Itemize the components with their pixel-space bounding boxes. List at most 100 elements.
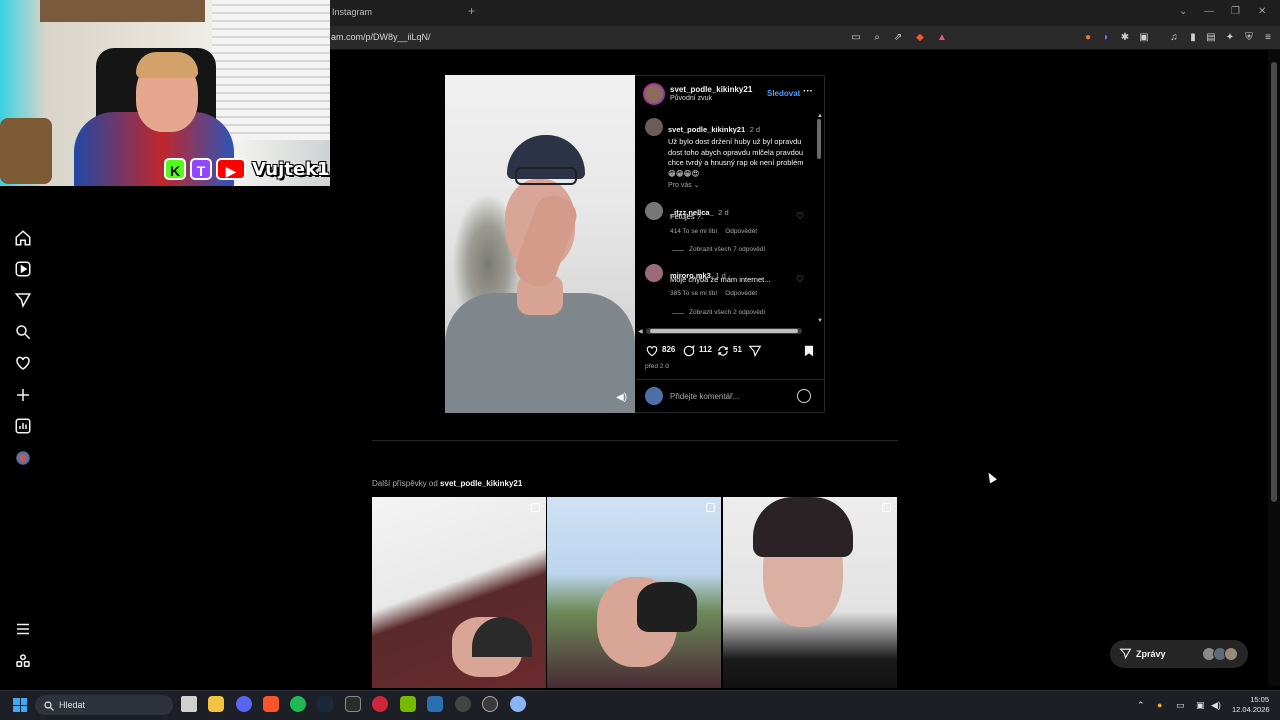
- profile-avatar[interactable]: [14, 449, 32, 467]
- share-icon[interactable]: [748, 344, 762, 358]
- like-count[interactable]: 826: [662, 345, 675, 354]
- dashboard-icon[interactable]: [14, 417, 32, 435]
- comment-avatar[interactable]: [645, 202, 663, 220]
- epic-games-icon[interactable]: [345, 696, 361, 712]
- comment-count[interactable]: 112: [699, 345, 712, 354]
- steam-alt-icon[interactable]: [427, 696, 443, 712]
- app-g-icon[interactable]: [455, 696, 471, 712]
- steam-icon[interactable]: [317, 696, 333, 712]
- more-options-icon[interactable]: ···: [803, 86, 813, 97]
- extension-icon[interactable]: ◗: [1099, 31, 1113, 45]
- tab-search-icon[interactable]: ⌄: [1179, 6, 1187, 17]
- comment-input[interactable]: Přidejte komentář...: [670, 392, 739, 401]
- meta-icon[interactable]: [14, 652, 32, 670]
- messages-icon[interactable]: [1119, 647, 1132, 660]
- task-view-icon[interactable]: [181, 696, 197, 712]
- page-scrollbar[interactable]: [1268, 50, 1280, 686]
- comments-horizontal-scrollbar[interactable]: [646, 328, 802, 334]
- post-thumbnail[interactable]: [723, 497, 897, 688]
- for-you-dropdown[interactable]: Pro vás ⌄: [668, 181, 700, 189]
- discord-icon[interactable]: [236, 696, 252, 712]
- brave-rewards-icon[interactable]: ▲: [935, 31, 949, 45]
- messages-label[interactable]: Zprávy: [1136, 649, 1166, 659]
- microphone-icon[interactable]: ●: [1157, 700, 1162, 710]
- nvidia-icon[interactable]: [400, 696, 416, 712]
- sidebar-icon[interactable]: ▮: [1186, 31, 1200, 45]
- maximize-button[interactable]: ❐: [1231, 6, 1240, 17]
- comment-icon[interactable]: [682, 344, 696, 358]
- comment-likes[interactable]: 385 To se mi líbí: [670, 290, 717, 297]
- extensions-puzzle-icon[interactable]: ✱: [1118, 31, 1132, 45]
- home-icon[interactable]: [14, 229, 32, 247]
- brave-shield-icon[interactable]: ◆: [913, 31, 927, 45]
- taskbar-search[interactable]: [35, 695, 173, 715]
- tab-icon[interactable]: ▣: [1137, 31, 1151, 45]
- comment-like-icon[interactable]: ♡: [796, 211, 804, 222]
- brave-icon[interactable]: [263, 696, 279, 712]
- ai-icon[interactable]: ✦: [1223, 31, 1237, 45]
- app-red-icon[interactable]: [372, 696, 388, 712]
- extension-icon[interactable]: ●: [1081, 31, 1095, 45]
- obs-icon[interactable]: [482, 696, 498, 712]
- clock-date[interactable]: 12.04.2026: [1232, 705, 1270, 714]
- show-replies-button[interactable]: Zobrazit všech 7 odpovědí: [689, 246, 765, 253]
- show-replies-button[interactable]: Zobrazit všech 2 odpovědí: [689, 309, 765, 316]
- network-icon[interactable]: ▣: [1196, 700, 1205, 711]
- comment-likes[interactable]: 414 To se mi líbí: [670, 228, 717, 235]
- url-field[interactable]: am.com/p/DW8y__iiLqN/: [331, 32, 431, 42]
- scroll-left-arrow-icon[interactable]: ◀: [638, 328, 643, 335]
- music-icon[interactable]: ♫: [1167, 31, 1181, 45]
- post-video[interactable]: ◀): [445, 75, 635, 413]
- like-icon[interactable]: [645, 344, 659, 358]
- post-audio[interactable]: Původní zvuk: [670, 95, 712, 102]
- comment-like-icon[interactable]: ♡: [796, 274, 804, 285]
- repost-icon[interactable]: [716, 344, 730, 358]
- new-tab-button[interactable]: +: [468, 4, 475, 18]
- comments-scrollbar[interactable]: [816, 113, 822, 325]
- more-posts-username[interactable]: svet_podle_kikinky21: [440, 479, 522, 488]
- emoji-icon[interactable]: [797, 389, 811, 403]
- reel-icon: [531, 503, 540, 512]
- menu-icon[interactable]: [14, 620, 32, 638]
- vpn-icon[interactable]: ⛨: [1242, 31, 1256, 45]
- tray-overflow-icon[interactable]: ⌃: [1137, 700, 1145, 711]
- post-author-avatar[interactable]: [643, 83, 665, 105]
- scroll-up-arrow-icon[interactable]: ▲: [817, 113, 823, 119]
- direct-icon[interactable]: [14, 291, 32, 309]
- scroll-down-arrow-icon[interactable]: ▼: [817, 318, 823, 324]
- clock-time[interactable]: 15:05: [1249, 695, 1269, 704]
- follow-button[interactable]: Sledovat: [767, 89, 800, 98]
- zoom-icon[interactable]: ⌕: [870, 31, 884, 45]
- volume-icon[interactable]: ◀): [1211, 700, 1221, 711]
- tab-title[interactable]: Instagram: [332, 7, 372, 17]
- close-button[interactable]: ✕: [1258, 6, 1266, 17]
- video-person-glasses: [515, 167, 577, 185]
- create-icon[interactable]: [14, 386, 32, 404]
- taskbar-search-text[interactable]: Hledat: [59, 700, 85, 710]
- caption-username[interactable]: svet_podle_kikinky21: [668, 125, 745, 134]
- reader-mode-icon[interactable]: ▭: [849, 31, 863, 45]
- mute-icon[interactable]: ◀): [616, 392, 628, 404]
- wallet-icon[interactable]: ▤: [1204, 31, 1218, 45]
- twitch-icon: T: [190, 158, 212, 180]
- caption-avatar[interactable]: [645, 118, 663, 136]
- post-author-username[interactable]: svet_podle_kikinky21: [670, 85, 752, 94]
- comment-reply-button[interactable]: Odpovědět: [725, 228, 757, 235]
- file-explorer-icon[interactable]: [208, 696, 224, 712]
- settings-icon[interactable]: [510, 696, 526, 712]
- minimize-button[interactable]: —: [1204, 6, 1214, 17]
- comment-avatar[interactable]: [645, 264, 663, 282]
- start-button[interactable]: [13, 698, 27, 712]
- search-icon[interactable]: [14, 323, 32, 341]
- save-icon[interactable]: [802, 344, 816, 358]
- share-icon[interactable]: ⇗: [891, 31, 905, 45]
- notifications-icon[interactable]: [14, 354, 32, 372]
- comment-reply-button[interactable]: Odpovědět: [725, 290, 757, 297]
- reels-icon[interactable]: [14, 260, 32, 278]
- post-thumbnail[interactable]: [372, 497, 546, 688]
- repost-count[interactable]: 51: [733, 345, 742, 354]
- spotify-icon[interactable]: [290, 696, 306, 712]
- post-thumbnail[interactable]: [547, 497, 721, 688]
- menu-icon[interactable]: ≡: [1261, 31, 1275, 45]
- keyboard-icon[interactable]: ▭: [1176, 700, 1185, 711]
